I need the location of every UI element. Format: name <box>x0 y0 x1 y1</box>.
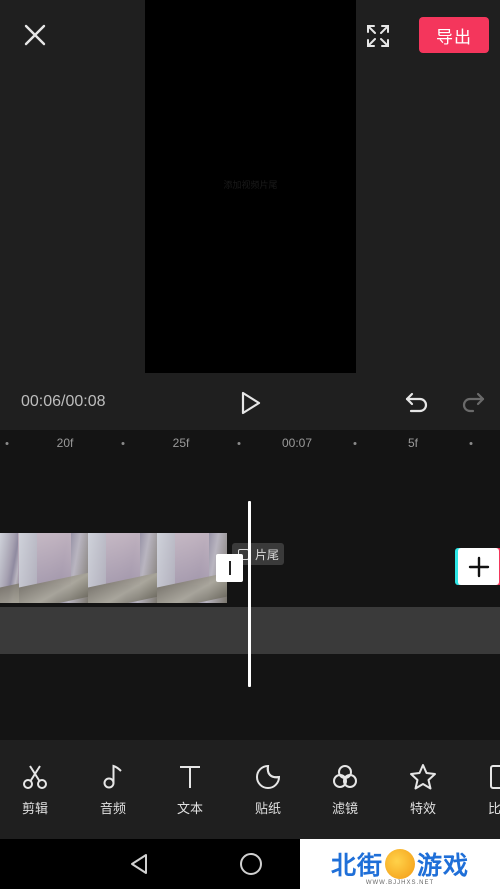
music-note-icon <box>103 764 122 789</box>
tool-label: 特效 <box>409 801 436 816</box>
text-icon <box>180 766 200 788</box>
export-button[interactable]: 导出 <box>419 17 489 53</box>
redo-button[interactable] <box>459 389 487 417</box>
tool-effects[interactable]: 特效 <box>393 752 453 817</box>
ruler-dot <box>237 442 241 445</box>
sun-logo-icon <box>385 849 415 879</box>
watermark-logo: 北街 游戏 WWW.BJJHXS.NET <box>300 839 500 889</box>
tool-label: 滤镜 <box>331 801 358 816</box>
ruler-label: 5f <box>407 436 419 450</box>
tool-label: 贴纸 <box>254 801 281 816</box>
timecode: 00:06/00:08 <box>21 393 106 410</box>
edit-toolbar: 剪辑 音频 文本 贴纸 滤镜 特效 比 <box>0 752 500 832</box>
fullscreen-icon <box>367 25 389 47</box>
tool-audio[interactable]: 音频 <box>83 752 143 817</box>
playback-controls: 00:06/00:08 <box>0 380 500 425</box>
ratio-icon <box>490 765 500 789</box>
tool-sticker[interactable]: 贴纸 <box>238 752 298 817</box>
ruler-label: 25f <box>172 436 190 450</box>
transition-button[interactable] <box>216 554 243 582</box>
tool-label: 剪辑 <box>21 801 48 816</box>
timeline[interactable]: 20f 25f 00:07 5f 片尾 <box>0 430 500 740</box>
nav-home-button[interactable] <box>238 851 264 877</box>
video-clip[interactable] <box>0 533 228 603</box>
close-icon <box>24 24 46 46</box>
undo-button[interactable] <box>403 389 431 417</box>
ruler-label: 20f <box>56 436 74 450</box>
back-triangle-icon <box>131 854 147 874</box>
preview-caption: 添加视频片尾 <box>223 180 278 190</box>
play-button[interactable] <box>236 389 264 417</box>
watermark-right-text: 游戏 <box>417 852 470 880</box>
ruler-dot <box>353 442 357 445</box>
nav-back-button[interactable] <box>127 852 151 876</box>
watermark-url: WWW.BJJHXS.NET <box>365 880 435 886</box>
ruler-dot <box>121 442 125 445</box>
tool-filter[interactable]: 滤镜 <box>315 752 375 817</box>
tool-label: 文本 <box>176 801 203 816</box>
time-ruler: 20f 25f 00:07 5f <box>0 430 500 456</box>
clip-thumbnail <box>0 533 20 603</box>
ruler-label: 00:07 <box>281 436 313 450</box>
sticker-icon <box>256 764 281 789</box>
fullscreen-button[interactable] <box>362 20 394 52</box>
tool-label: 比 <box>488 801 500 816</box>
video-preview: 添加视频片尾 <box>145 0 356 373</box>
home-circle-icon <box>240 853 262 875</box>
add-clip-button[interactable] <box>458 548 499 585</box>
plus-icon <box>468 556 489 577</box>
undo-icon <box>405 392 428 413</box>
tool-label: 音频 <box>99 801 126 816</box>
play-icon <box>241 391 261 415</box>
tool-ratio[interactable]: 比 <box>470 752 500 817</box>
clip-thumbnail <box>88 533 158 603</box>
filter-icon <box>333 765 357 788</box>
effects-star-icon <box>410 764 436 790</box>
redo-icon <box>462 392 485 413</box>
transition-icon <box>228 561 231 575</box>
ruler-dot <box>469 442 473 445</box>
watermark-left-text: 北街 <box>330 852 383 880</box>
tool-cut[interactable]: 剪辑 <box>5 752 65 817</box>
close-button[interactable] <box>18 18 52 52</box>
clip-thumbnail <box>19 533 89 603</box>
tool-text[interactable]: 文本 <box>160 752 220 817</box>
playhead[interactable] <box>248 501 251 687</box>
ruler-dot <box>5 442 9 445</box>
scissors-icon <box>23 765 47 789</box>
ending-label: 片尾 <box>255 547 280 562</box>
